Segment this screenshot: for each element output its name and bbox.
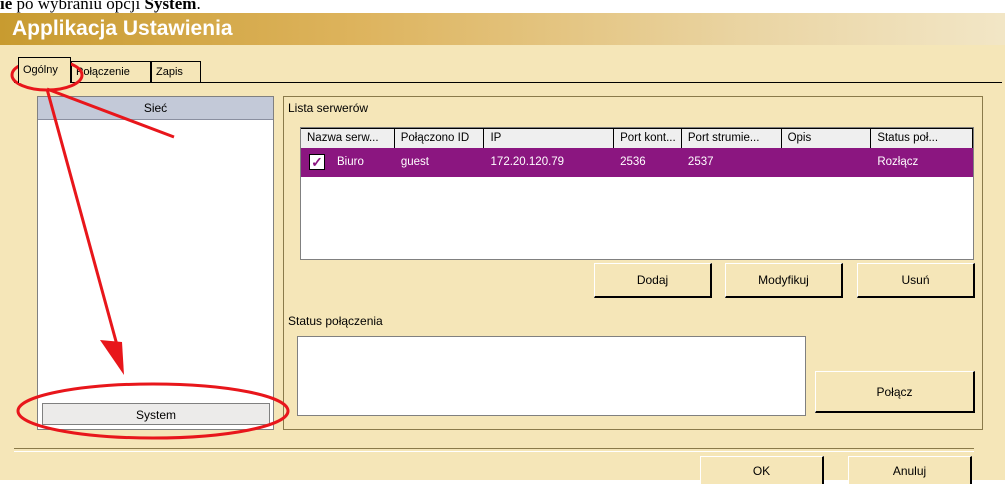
cell-port-stream: 2537 (687, 156, 714, 168)
category-siec[interactable]: Sieć (38, 97, 273, 120)
cell-description (782, 148, 872, 177)
modify-button[interactable]: Modyfikuj (725, 263, 843, 298)
cell-status: Rozłącz (877, 156, 919, 168)
tab-zapis[interactable]: Zapis (151, 61, 201, 83)
remove-button[interactable]: Usuń (857, 263, 975, 298)
category-system[interactable]: System (42, 403, 270, 425)
title-bar: Applikacja Ustawienia (0, 13, 1005, 45)
tab-polaczenie[interactable]: Połączenie (71, 61, 151, 83)
col-status[interactable]: Status poł... (871, 128, 973, 148)
server-table[interactable]: Nazwa serw... Połączono ID IP Port kont.… (300, 127, 974, 260)
caption-bold: System (144, 0, 197, 13)
connect-button[interactable]: Połącz (815, 371, 975, 413)
server-list-label: Lista serwerów (288, 101, 369, 115)
col-server-name[interactable]: Nazwa serw... (301, 128, 395, 148)
col-connected-id[interactable]: Połączono ID (394, 128, 485, 148)
row-checkbox[interactable]: ✓ (309, 154, 325, 170)
col-ip[interactable]: IP (484, 128, 615, 148)
col-port-control[interactable]: Port kont... (614, 128, 682, 148)
table-row[interactable]: ✓ Biuro guest 172.20.120.79 2536 2537 Ro… (301, 148, 973, 177)
col-port-stream[interactable]: Port strumie... (681, 128, 782, 148)
col-description[interactable]: Opis (781, 128, 872, 148)
tab-ogolny[interactable]: Ogólny (18, 57, 71, 83)
tab-underline (14, 82, 1002, 83)
cell-port-control: 2536 (620, 156, 646, 168)
caption-suffix: . (196, 0, 201, 13)
window-title: Applikacja Ustawienia (12, 17, 233, 40)
footer-separator (14, 448, 974, 452)
document-caption: ie po wybraniu opcji System. (0, 0, 201, 13)
connection-status-label: Status połączenia (288, 314, 383, 328)
settings-category-list[interactable]: Sieć System (37, 96, 274, 430)
connection-status-box (297, 336, 806, 416)
cell-ip: 172.20.120.79 (490, 156, 565, 168)
cell-user: guest (400, 156, 429, 168)
settings-window: Applikacja Ustawienia Ogólny Połączenie … (0, 13, 1005, 484)
caption-middle: po wybraniu opcji (12, 0, 145, 13)
server-table-header: Nazwa serw... Połączono ID IP Port kont.… (301, 128, 973, 149)
add-button[interactable]: Dodaj (594, 263, 712, 298)
caption-prefix: ie (0, 0, 13, 13)
